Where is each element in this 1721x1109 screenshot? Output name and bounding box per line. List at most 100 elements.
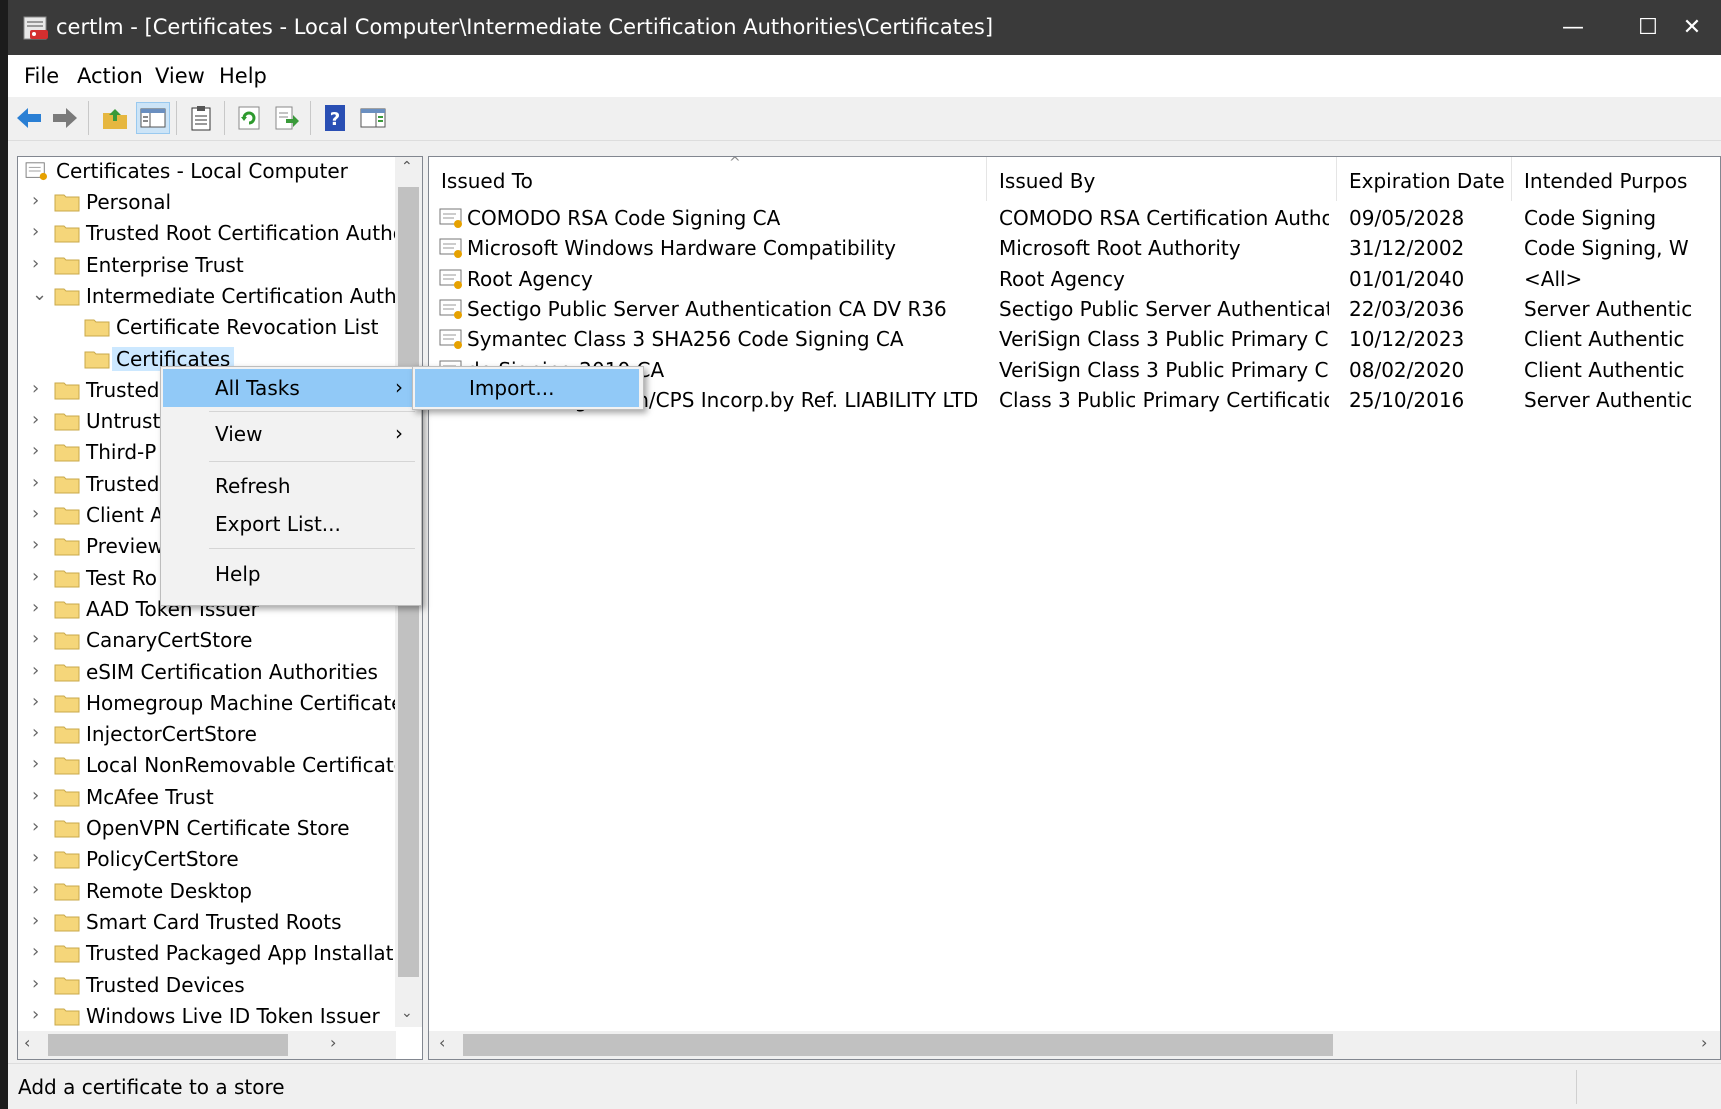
column-header-expiration-date[interactable]: Expiration Date bbox=[1337, 157, 1512, 201]
mmc-window: certlm - [Certificates - Local Computer\… bbox=[8, 0, 1721, 1109]
chevron-right-icon[interactable]: › bbox=[32, 691, 52, 712]
scroll-right-icon[interactable]: › bbox=[330, 1033, 336, 1052]
tree-item[interactable]: › Homegroup Machine Certificate bbox=[18, 689, 403, 720]
cell-intended-purposes: Server Authentic bbox=[1524, 296, 1693, 321]
folder-icon bbox=[54, 630, 80, 650]
chevron-right-icon[interactable]: › bbox=[32, 253, 52, 274]
chevron-right-icon[interactable]: › bbox=[32, 503, 52, 524]
chevron-right-icon[interactable]: › bbox=[32, 660, 52, 681]
help-button[interactable]: ? bbox=[318, 102, 352, 134]
refresh-button[interactable] bbox=[232, 102, 266, 134]
chevron-right-icon[interactable]: › bbox=[32, 472, 52, 493]
column-header-issued-by[interactable]: Issued By bbox=[987, 157, 1337, 201]
minimize-button[interactable]: — bbox=[1533, 0, 1613, 55]
tree-item[interactable]: › McAfee Trust bbox=[18, 783, 398, 814]
tree-horizontal-scrollbar[interactable]: ‹ › bbox=[18, 1031, 396, 1059]
scroll-left-icon[interactable]: ‹ bbox=[439, 1033, 445, 1052]
tree-item[interactable]: › Trusted Root Certification Autho bbox=[18, 219, 405, 250]
back-button[interactable] bbox=[12, 102, 46, 134]
tree-item[interactable]: › Windows Live ID Token Issuer bbox=[18, 1002, 398, 1033]
chevron-right-icon[interactable]: › bbox=[32, 973, 52, 994]
certificate-icon bbox=[439, 207, 465, 229]
chevron-right-icon[interactable]: › bbox=[32, 785, 52, 806]
tree-item[interactable]: Certificate Revocation List bbox=[18, 313, 398, 344]
chevron-right-icon[interactable]: › bbox=[32, 941, 52, 962]
scroll-left-icon[interactable]: ‹ bbox=[24, 1033, 30, 1052]
chevron-right-icon[interactable]: › bbox=[32, 190, 52, 211]
tree-item[interactable]: › CanaryCertStore bbox=[18, 626, 398, 657]
tree-item[interactable]: › Remote Desktop bbox=[18, 877, 398, 908]
table-row[interactable]: Sectigo Public Server Authentication CA … bbox=[429, 292, 1720, 325]
close-button[interactable]: ✕ bbox=[1663, 0, 1721, 55]
chevron-down-icon[interactable]: ⌄ bbox=[32, 284, 52, 305]
tree-item-label: CanaryCertStore bbox=[86, 628, 253, 653]
menu-item-export-list[interactable]: Export List... bbox=[163, 505, 417, 543]
chevron-right-icon[interactable]: › bbox=[32, 910, 52, 931]
tree-item[interactable]: › eSIM Certification Authorities bbox=[18, 658, 398, 689]
column-header-issued-to[interactable]: Issued To bbox=[429, 157, 987, 201]
toolbar: ? bbox=[8, 97, 1721, 141]
folder-icon bbox=[54, 724, 80, 744]
chevron-right-icon[interactable]: › bbox=[32, 566, 52, 587]
folder-icon bbox=[54, 787, 80, 807]
tree-item-label: Trusted Packaged App Installatic bbox=[86, 941, 411, 966]
menu-view[interactable]: View bbox=[155, 64, 205, 88]
tree-item[interactable]: ⌄ Intermediate Certification Autho bbox=[18, 282, 409, 313]
tree-item[interactable]: › Personal bbox=[18, 188, 398, 219]
chevron-right-icon[interactable]: › bbox=[32, 753, 52, 774]
tree-item[interactable]: › Trusted Devices bbox=[18, 971, 398, 1002]
menu-action[interactable]: Action bbox=[77, 64, 143, 88]
chevron-right-icon[interactable]: › bbox=[32, 440, 52, 461]
chevron-right-icon[interactable]: › bbox=[32, 597, 52, 618]
menu-item-import[interactable]: Import... bbox=[415, 369, 639, 407]
show-hide-tree-button[interactable] bbox=[136, 102, 170, 134]
action-pane-button[interactable] bbox=[356, 102, 390, 134]
menu-item-all-tasks[interactable]: All Tasks › bbox=[163, 369, 417, 407]
export-list-button[interactable] bbox=[270, 102, 304, 134]
menu-item-help[interactable]: Help bbox=[163, 555, 417, 593]
chevron-right-icon[interactable]: › bbox=[32, 534, 52, 555]
tree-item[interactable]: › OpenVPN Certificate Store bbox=[18, 814, 398, 845]
tree-item[interactable]: › PolicyCertStore bbox=[18, 845, 398, 876]
title-bar[interactable]: certlm - [Certificates - Local Computer\… bbox=[8, 0, 1721, 55]
properties-button[interactable] bbox=[184, 102, 218, 134]
tree-root[interactable]: Certificates - Local Computer bbox=[18, 157, 398, 188]
tree-horizontal-scroll-thumb[interactable] bbox=[48, 1034, 288, 1056]
chevron-right-icon[interactable]: › bbox=[32, 409, 52, 430]
scroll-up-icon[interactable]: ⌃ bbox=[401, 159, 413, 175]
column-header-intended-purposes[interactable]: Intended Purpos bbox=[1512, 157, 1720, 201]
forward-button[interactable] bbox=[48, 102, 82, 134]
list-horizontal-scroll-thumb[interactable] bbox=[463, 1034, 1333, 1056]
tree-item[interactable]: › Enterprise Trust bbox=[18, 251, 398, 282]
console-tree[interactable]: Certificates - Local Computer › Personal ›… bbox=[17, 156, 423, 1060]
table-row[interactable]: Microsoft Windows Hardware Compatibility… bbox=[429, 231, 1720, 264]
chevron-right-icon[interactable]: › bbox=[32, 221, 52, 242]
cell-issued-to: Sectigo Public Server Authentication CA … bbox=[467, 296, 947, 321]
chevron-right-icon[interactable]: › bbox=[32, 378, 52, 399]
table-row[interactable]: Symantec Class 3 SHA256 Code Signing CA V… bbox=[429, 322, 1720, 355]
tree-item[interactable]: › Trusted Packaged App Installatic bbox=[18, 939, 410, 970]
up-one-level-button[interactable] bbox=[98, 102, 132, 134]
chevron-right-icon[interactable]: › bbox=[32, 1004, 52, 1025]
list-horizontal-scrollbar[interactable]: ‹ › bbox=[429, 1031, 1720, 1059]
tree-item-label: McAfee Trust bbox=[86, 784, 214, 809]
certificate-icon bbox=[439, 237, 465, 259]
scroll-down-icon[interactable]: ⌄ bbox=[401, 1005, 413, 1021]
chevron-right-icon[interactable]: › bbox=[32, 816, 52, 837]
chevron-right-icon[interactable]: › bbox=[32, 722, 52, 743]
tree-item[interactable]: › Smart Card Trusted Roots bbox=[18, 908, 398, 939]
menu-help[interactable]: Help bbox=[219, 64, 267, 88]
table-row[interactable]: COMODO RSA Code Signing CA COMODO RSA Cer… bbox=[429, 201, 1720, 234]
tree-item-label: InjectorCertStore bbox=[86, 722, 257, 747]
certificate-list[interactable]: ^ Issued To Issued By Expiration Date In… bbox=[428, 156, 1721, 1060]
menu-file[interactable]: File bbox=[24, 64, 59, 88]
tree-item[interactable]: › InjectorCertStore bbox=[18, 720, 398, 751]
chevron-right-icon[interactable]: › bbox=[32, 847, 52, 868]
scroll-right-icon[interactable]: › bbox=[1701, 1033, 1707, 1052]
chevron-right-icon[interactable]: › bbox=[32, 879, 52, 900]
tree-item[interactable]: › Local NonRemovable Certificate bbox=[18, 751, 406, 782]
chevron-right-icon[interactable]: › bbox=[32, 628, 52, 649]
menu-item-refresh[interactable]: Refresh bbox=[163, 467, 417, 505]
table-row[interactable]: Root Agency Root Agency 01/01/2040 <All> bbox=[429, 262, 1720, 295]
menu-item-view[interactable]: View › bbox=[163, 415, 417, 453]
